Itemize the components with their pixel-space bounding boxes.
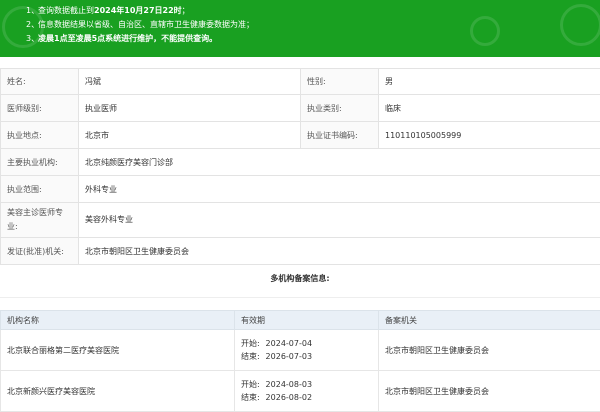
- table-row: 北京联合丽格第二医疗美容医院 开始: 2024-07-04 结束: 2026-0…: [1, 330, 600, 371]
- institution-header-row: 机构名称 有效期 备案机关: [1, 311, 600, 330]
- place-value: 北京市: [79, 122, 301, 149]
- category-value: 临床: [379, 95, 600, 122]
- notice-item: 3、凌晨1点至凌晨5点系统进行维护，不能提供查询。: [26, 32, 254, 46]
- notice-item: 1、查询数据截止到2024年10月27日22时；: [26, 4, 254, 18]
- scope-value: 外科专业: [79, 176, 600, 203]
- column-header-authority: 备案机关: [379, 311, 600, 330]
- validity-period: 开始: 2024-07-04 结束: 2026-07-03: [235, 330, 379, 371]
- doctor-info-table: 姓名: 冯斌 性别: 男 医师级别: 执业医师 执业类别: 临床 执业地点: 北…: [0, 68, 600, 265]
- category-label: 执业类别:: [301, 95, 379, 122]
- end-date: 2026-08-02: [266, 393, 313, 402]
- level-label: 医师级别:: [1, 95, 79, 122]
- place-label: 执业地点:: [1, 122, 79, 149]
- institution-name: 北京联合丽格第二医疗美容医院: [1, 330, 235, 371]
- cosmetic-label: 美容主诊医师专业:: [1, 203, 79, 238]
- institution-table: 机构名称 有效期 备案机关 北京联合丽格第二医疗美容医院 开始: 2024-07…: [0, 310, 600, 412]
- name-value: 冯斌: [79, 69, 301, 95]
- end-date: 2026-07-03: [266, 352, 313, 361]
- decorative-circle-icon: [470, 16, 500, 46]
- multi-institution-title: 多机构备案信息:: [0, 268, 600, 290]
- scope-label: 执业范围:: [1, 176, 79, 203]
- start-date: 2024-08-03: [266, 380, 313, 389]
- org-label: 主要执业机构:: [1, 149, 79, 176]
- name-label: 姓名:: [1, 69, 79, 95]
- gender-value: 男: [379, 69, 600, 95]
- table-row: 北京新颜兴医疗美容医院 开始: 2024-08-03 结束: 2026-08-0…: [1, 371, 600, 412]
- cert-label: 执业证书编码:: [301, 122, 379, 149]
- level-value: 执业医师: [79, 95, 301, 122]
- notice-item: 2、信息数据结果以省级、自治区、直辖市卫生健康委数据为准；: [26, 18, 254, 32]
- gender-label: 性别:: [301, 69, 379, 95]
- cosmetic-value: 美容外科专业: [79, 203, 600, 238]
- start-date: 2024-07-04: [266, 339, 313, 348]
- issuer-label: 发证(批准)机关:: [1, 238, 79, 265]
- column-header-name: 机构名称: [1, 311, 235, 330]
- divider: [0, 297, 600, 298]
- institution-name: 北京新颜兴医疗美容医院: [1, 371, 235, 412]
- cert-value: 110110105005999: [379, 122, 600, 149]
- validity-period: 开始: 2024-08-03 结束: 2026-08-02: [235, 371, 379, 412]
- record-authority: 北京市朝阳区卫生健康委员会: [379, 371, 600, 412]
- notice-banner: 1、查询数据截止到2024年10月27日22时； 2、信息数据结果以省级、自治区…: [0, 0, 600, 57]
- org-value: 北京纯颜医疗美容门诊部: [79, 149, 600, 176]
- column-header-validity: 有效期: [235, 311, 379, 330]
- record-authority: 北京市朝阳区卫生健康委员会: [379, 330, 600, 371]
- decorative-circle-icon: [560, 4, 600, 46]
- issuer-value: 北京市朝阳区卫生健康委员会: [79, 238, 600, 265]
- notice-list: 1、查询数据截止到2024年10月27日22时； 2、信息数据结果以省级、自治区…: [0, 4, 254, 46]
